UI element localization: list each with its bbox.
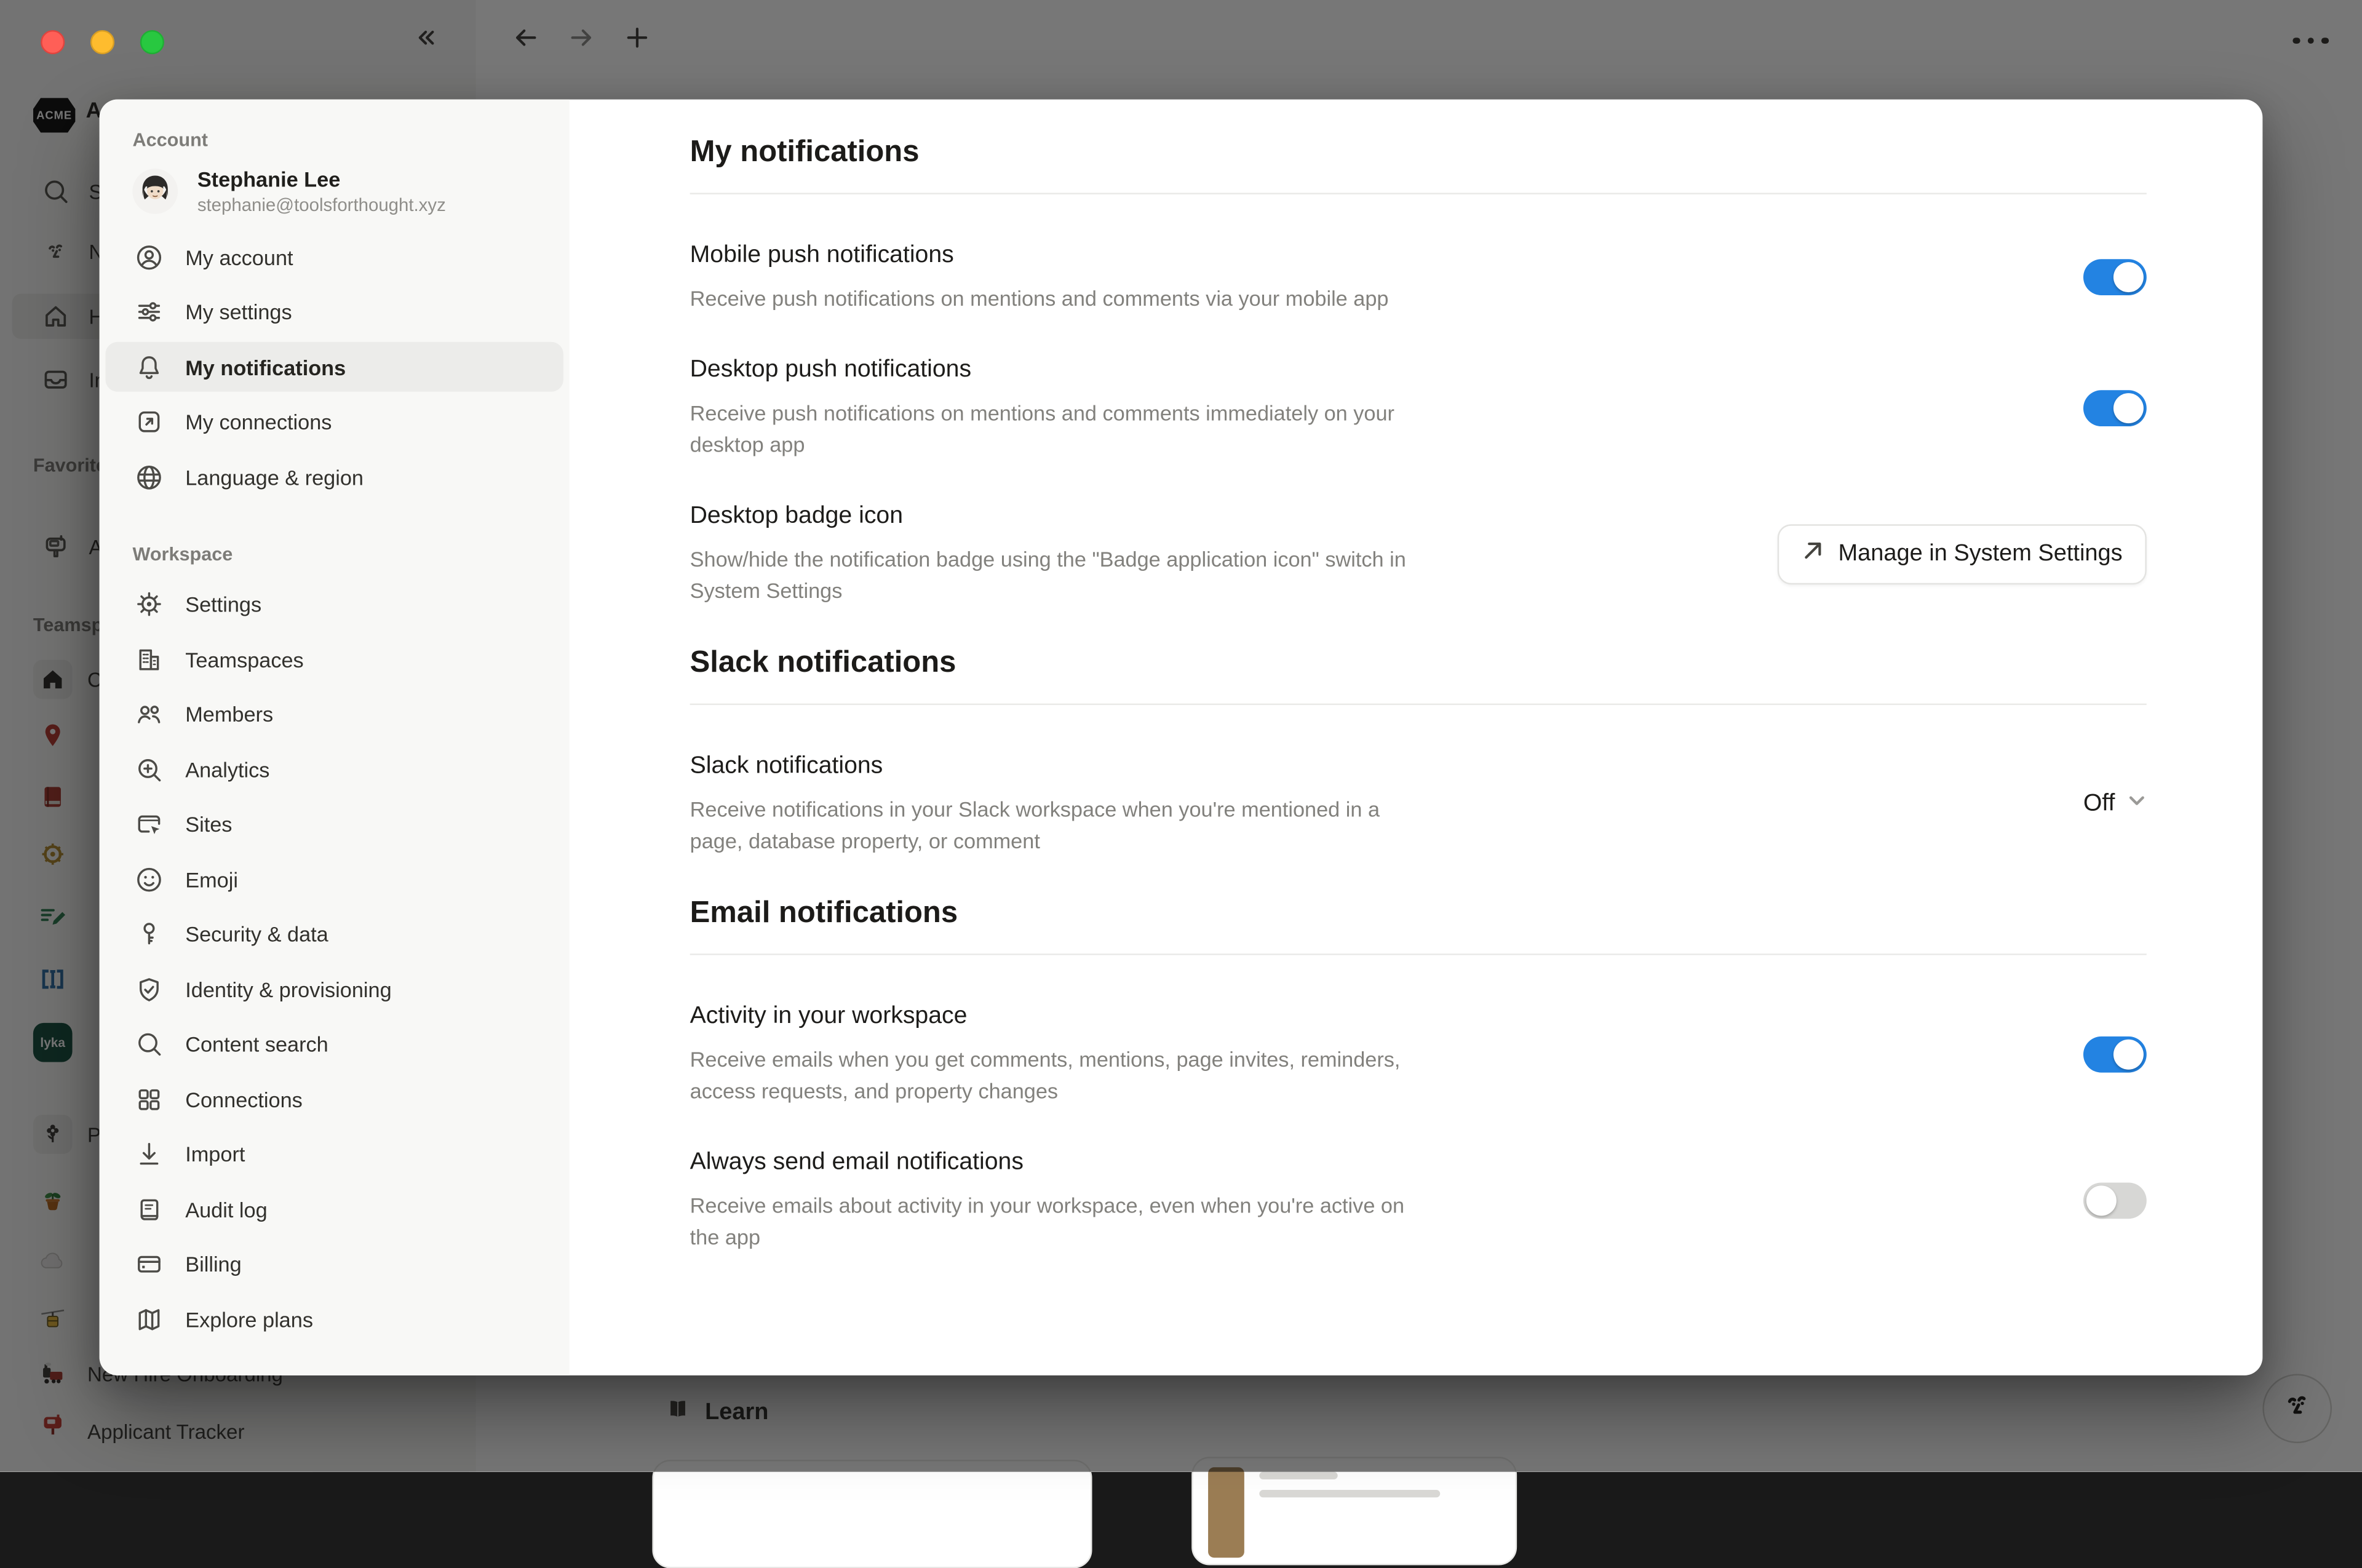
section-title: Slack notifications (690, 647, 2147, 681)
settings-sidebar-item-my-notifications[interactable]: My notifications (105, 342, 563, 392)
people-icon (134, 699, 164, 729)
settings-sidebar-item-content-search[interactable]: Content search (105, 1019, 563, 1069)
shield-check-icon (134, 974, 164, 1004)
chevron-down-icon (2127, 790, 2147, 817)
search-icon (134, 1029, 164, 1059)
browser-cursor-icon (134, 809, 164, 839)
close-window-button[interactable] (41, 30, 65, 54)
user-circle-icon (134, 242, 164, 272)
settings-sidebar-item-my-connections[interactable]: My connections (105, 397, 563, 447)
scroll-icon (134, 1194, 164, 1224)
settings-dialog: Account Stephanie Lee stephanie@toolsfor… (100, 100, 2263, 1375)
setting-description: Receive emails about activity in your wo… (690, 1190, 1404, 1254)
setting-row-desktop-push: Desktop push notifications Receive push … (690, 354, 2147, 461)
gear-icon (134, 589, 164, 619)
arrow-up-right-square-icon (134, 407, 164, 437)
learn-card[interactable] (1191, 1457, 1517, 1565)
settings-sidebar-item-emoji[interactable]: Emoji (105, 854, 563, 904)
user-name: Stephanie Lee (197, 165, 446, 193)
settings-sidebar-item-sites[interactable]: Sites (105, 799, 563, 849)
settings-sidebar-item-billing[interactable]: Billing (105, 1239, 563, 1289)
settings-sidebar-item-language-region[interactable]: Language & region (105, 452, 563, 502)
setting-title: Always send email notifications (690, 1147, 1404, 1180)
card-thumbnail (1208, 1467, 1244, 1558)
settings-sidebar-item-connections[interactable]: Connections (105, 1074, 563, 1124)
settings-sidebar-item-audit-log[interactable]: Audit log (105, 1184, 563, 1234)
desktop-push-toggle[interactable] (2083, 389, 2147, 426)
setting-title: Desktop push notifications (690, 354, 1394, 388)
setting-description: Receive push notifications on mentions a… (690, 398, 1394, 461)
divider (690, 193, 2147, 194)
setting-row-workspace-activity: Activity in your workspace Receive email… (690, 1000, 2147, 1107)
section-title: My notifications (690, 135, 2147, 170)
setting-row-desktop-badge: Desktop badge icon Show/hide the notific… (690, 500, 2147, 607)
section-title: Email notifications (690, 896, 2147, 931)
mobile-push-toggle[interactable] (2083, 259, 2147, 295)
workspace-section-header: Workspace (133, 543, 570, 564)
bell-icon (134, 352, 164, 382)
slack-notifications-select[interactable]: Off (2083, 790, 2147, 817)
smiley-icon (134, 864, 164, 894)
setting-row-slack: Slack notifications Receive notification… (690, 750, 2147, 858)
divider (690, 953, 2147, 955)
grid-icon (134, 1084, 164, 1114)
map-icon (134, 1304, 164, 1334)
settings-sidebar-item-explore-plans[interactable]: Explore plans (105, 1294, 563, 1344)
setting-title: Activity in your workspace (690, 1000, 1401, 1033)
globe-icon (134, 462, 164, 492)
magnifier-plus-icon (134, 754, 164, 784)
divider (690, 704, 2147, 705)
workspace-activity-toggle[interactable] (2083, 1036, 2147, 1072)
always-send-email-toggle[interactable] (2083, 1182, 2147, 1218)
setting-row-mobile-push: Mobile push notifications Receive push n… (690, 239, 2147, 314)
setting-title: Desktop badge icon (690, 500, 1406, 533)
setting-description: Receive push notifications on mentions a… (690, 283, 1389, 314)
minimize-window-button[interactable] (90, 30, 114, 54)
settings-sidebar-item-teamspaces[interactable]: Teamspaces (105, 634, 563, 684)
zoom-window-button[interactable] (140, 30, 164, 54)
settings-sidebar-item-import[interactable]: Import (105, 1129, 563, 1179)
credit-card-icon (134, 1249, 164, 1279)
settings-sidebar-item-identity-provisioning[interactable]: Identity & provisioning (105, 964, 563, 1014)
setting-title: Mobile push notifications (690, 239, 1389, 273)
setting-description: Show/hide the notification badge using t… (690, 544, 1406, 607)
arrow-up-right-icon (1802, 539, 1825, 569)
setting-description: Receive notifications in your Slack work… (690, 794, 1380, 858)
settings-sidebar-item-security-data[interactable]: Security & data (105, 909, 563, 959)
settings-content: My notifications Mobile push notificatio… (570, 100, 2263, 1375)
screen: ACME A Search Notion AI Home Inbox Favor… (0, 0, 2362, 1472)
section-slack-notifications: Slack notifications Slack notifications … (690, 647, 2147, 858)
learn-card[interactable] (652, 1460, 1092, 1568)
user-email: stephanie@toolsforthought.xyz (197, 193, 446, 217)
account-user: Stephanie Lee stephanie@toolsforthought.… (133, 165, 570, 217)
section-email-notifications: Email notifications Activity in your wor… (690, 896, 2147, 1253)
key-icon (134, 919, 164, 949)
manage-system-settings-button[interactable]: Manage in System Settings (1778, 523, 2147, 584)
section-my-notifications: My notifications Mobile push notificatio… (690, 135, 2147, 607)
settings-sidebar-item-members[interactable]: Members (105, 689, 563, 739)
download-arrow-icon (134, 1139, 164, 1169)
settings-sidebar: Account Stephanie Lee stephanie@toolsfor… (100, 100, 570, 1375)
sliders-icon (134, 296, 164, 327)
account-section-header: Account (133, 130, 570, 151)
buildings-icon (134, 644, 164, 674)
settings-sidebar-item-settings[interactable]: Settings (105, 579, 563, 629)
setting-title: Slack notifications (690, 750, 1380, 784)
avatar (133, 169, 178, 213)
setting-description: Receive emails when you get comments, me… (690, 1044, 1401, 1107)
settings-sidebar-item-my-account[interactable]: My account (105, 232, 563, 282)
settings-sidebar-item-analytics[interactable]: Analytics (105, 744, 563, 794)
setting-row-always-send-email: Always send email notifications Receive … (690, 1147, 2147, 1254)
settings-sidebar-item-my-settings[interactable]: My settings (105, 287, 563, 337)
